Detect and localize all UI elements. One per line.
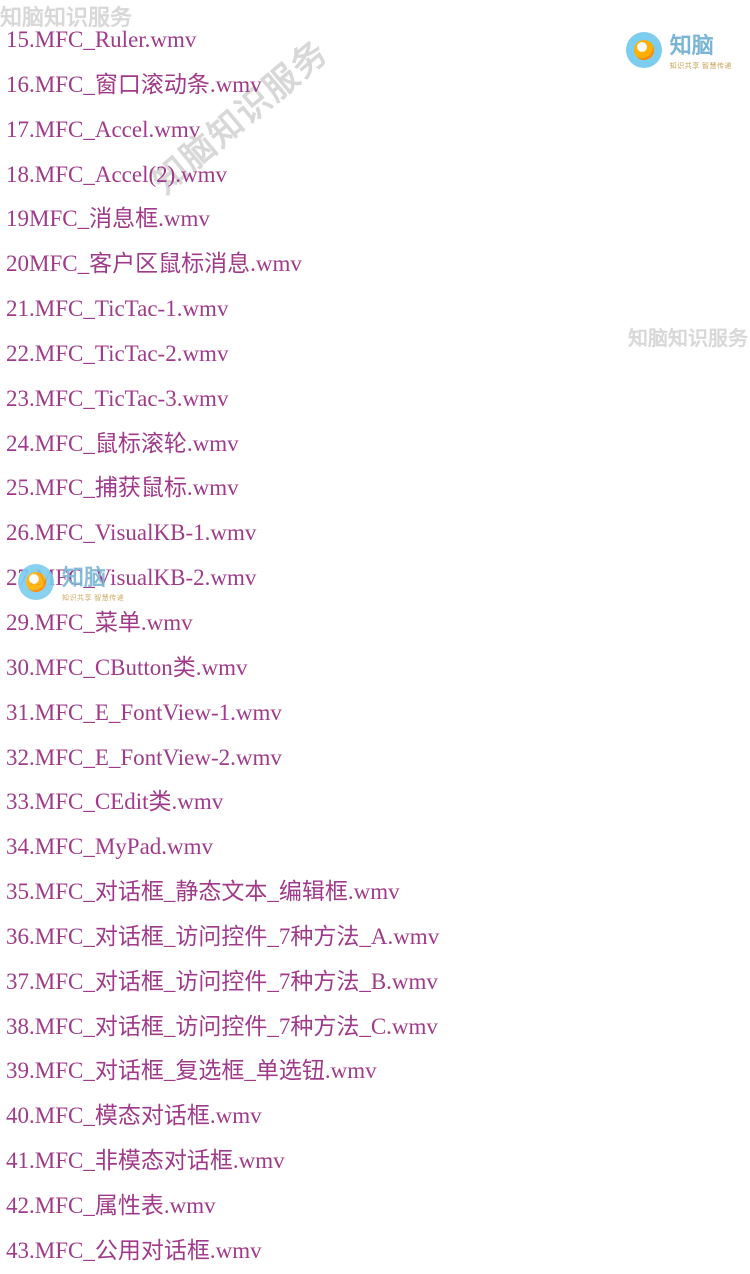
file-item: 22.MFC_TicTac-2.wmv	[6, 332, 744, 377]
file-item: 15.MFC_Ruler.wmv	[6, 18, 744, 63]
file-item: 29.MFC_菜单.wmv	[6, 601, 744, 646]
file-item: 34.MFC_MyPad.wmv	[6, 825, 744, 870]
file-item: 18.MFC_Accel(2).wmv	[6, 153, 744, 198]
file-item: 20MFC_客户区鼠标消息.wmv	[6, 242, 744, 287]
file-item: 27.MFC_VisualKB-2.wmv	[6, 556, 744, 601]
file-item: 33.MFC_CEdit类.wmv	[6, 780, 744, 825]
file-item: 30.MFC_CButton类.wmv	[6, 646, 744, 691]
file-item: 31.MFC_E_FontView-1.wmv	[6, 691, 744, 736]
file-item: 21.MFC_TicTac-1.wmv	[6, 287, 744, 332]
file-item: 25.MFC_捕获鼠标.wmv	[6, 466, 744, 511]
file-item: 32.MFC_E_FontView-2.wmv	[6, 736, 744, 781]
file-item: 24.MFC_鼠标滚轮.wmv	[6, 422, 744, 467]
file-item: 35.MFC_对话框_静态文本_编辑框.wmv	[6, 870, 744, 915]
file-item: 19MFC_消息框.wmv	[6, 197, 744, 242]
file-item: 40.MFC_模态对话框.wmv	[6, 1094, 744, 1139]
file-item: 17.MFC_Accel.wmv	[6, 108, 744, 153]
file-item: 26.MFC_VisualKB-1.wmv	[6, 511, 744, 556]
file-item: 36.MFC_对话框_访问控件_7种方法_A.wmv	[6, 915, 744, 960]
file-item: 23.MFC_TicTac-3.wmv	[6, 377, 744, 422]
file-item: 41.MFC_非模态对话框.wmv	[6, 1139, 744, 1184]
file-item: 39.MFC_对话框_复选框_单选钮.wmv	[6, 1049, 744, 1094]
file-item: 38.MFC_对话框_访问控件_7种方法_C.wmv	[6, 1005, 744, 1050]
file-item: 16.MFC_窗口滚动条.wmv	[6, 63, 744, 108]
file-item: 37.MFC_对话框_访问控件_7种方法_B.wmv	[6, 960, 744, 1005]
file-item: 42.MFC_属性表.wmv	[6, 1184, 744, 1229]
file-item: 43.MFC_公用对话框.wmv	[6, 1229, 744, 1274]
file-list: 15.MFC_Ruler.wmv16.MFC_窗口滚动条.wmv17.MFC_A…	[0, 0, 750, 1274]
